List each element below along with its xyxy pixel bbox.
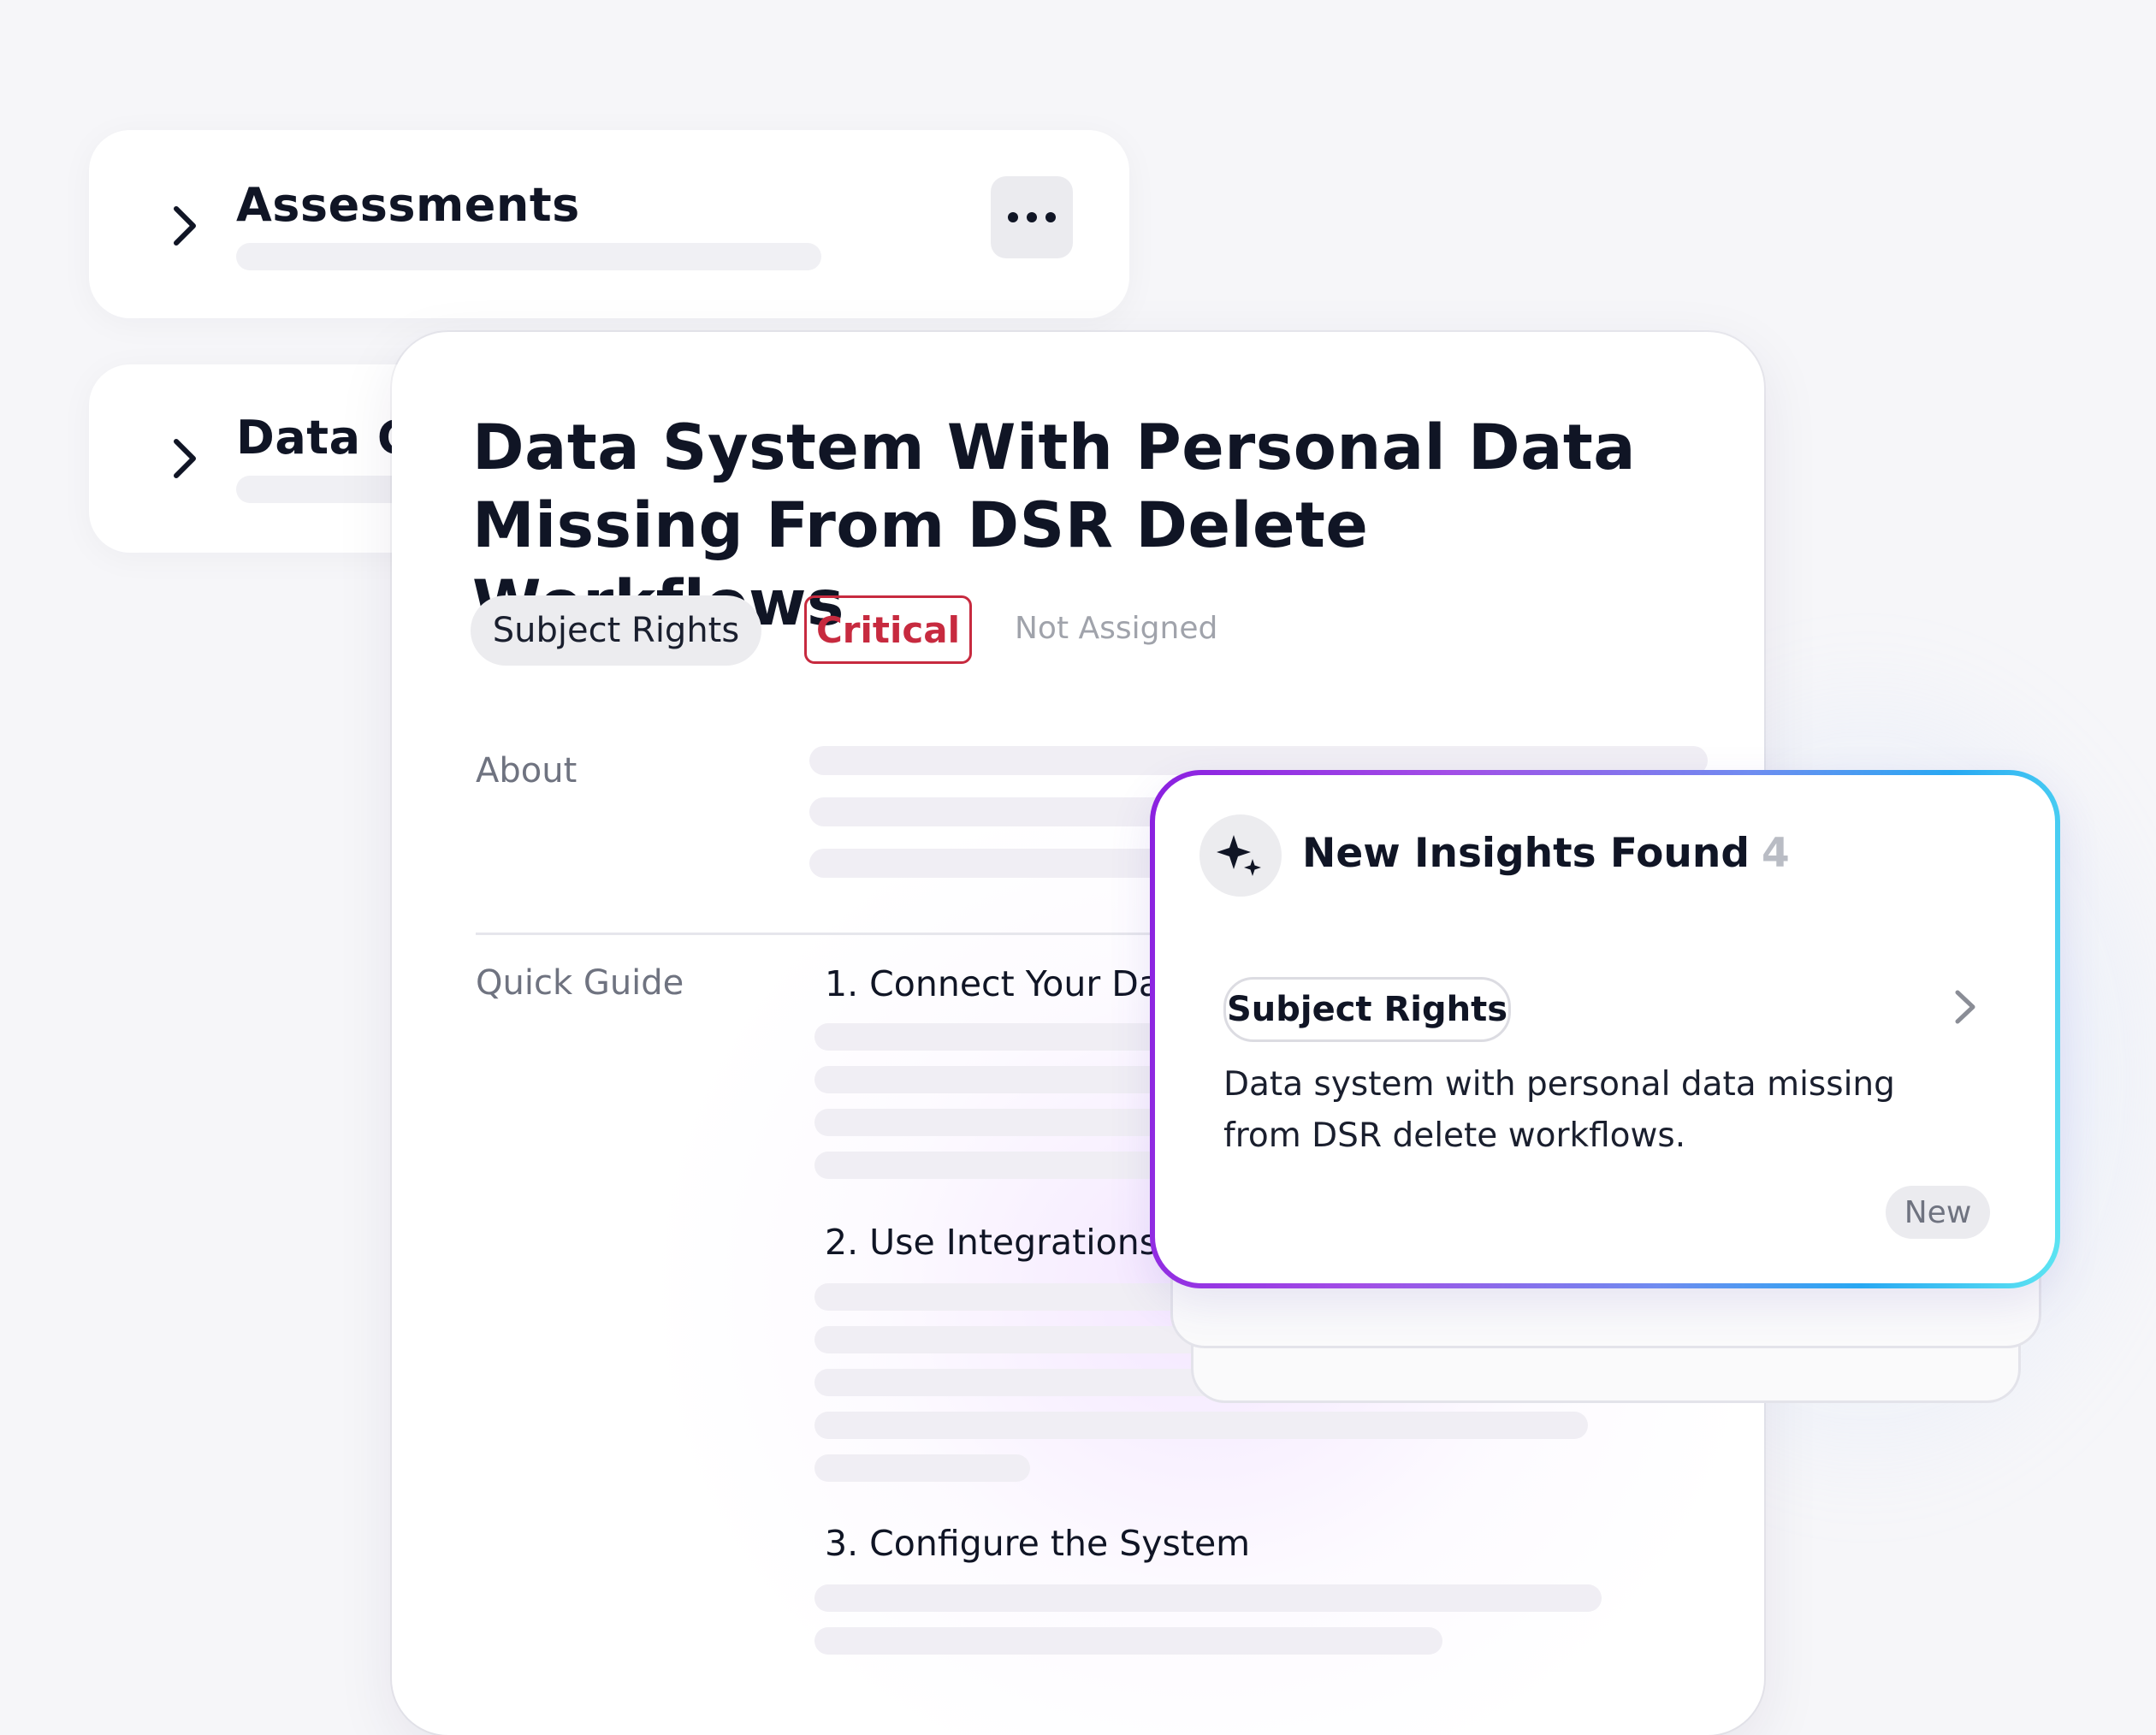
insight-category-tag: Subject Rights (1223, 977, 1511, 1042)
more-options-button[interactable] (991, 176, 1073, 258)
step-1-title: 1. Connect Your Dat (825, 963, 1175, 1004)
insights-title: New Insights Found (1302, 830, 1750, 877)
step-3-title: 3. Configure the System (825, 1523, 1251, 1564)
assessments-card[interactable]: Assessments (89, 130, 1129, 318)
about-label: About (476, 751, 578, 791)
category-tag[interactable]: Subject Rights (471, 595, 761, 666)
more-dot (1027, 212, 1037, 222)
more-dot (1045, 212, 1056, 222)
assignee-label[interactable]: Not Assigned (1015, 611, 1217, 646)
insight-description: Data system with personal data missing f… (1223, 1065, 1895, 1155)
issue-title-line1: Data System With Personal Data (472, 412, 1637, 484)
chevron-right-icon[interactable] (168, 202, 202, 250)
status-badge: New (1886, 1186, 1990, 1239)
insights-count: 4 (1762, 830, 1790, 877)
chevron-right-icon[interactable] (168, 435, 202, 483)
new-insights-card[interactable]: New Insights Found 4 Subject Rights Data … (1150, 770, 2060, 1288)
sparkle-icon (1199, 814, 1282, 897)
skeleton-line (814, 1152, 1191, 1179)
step-2-title: 2. Use Integrations (825, 1222, 1158, 1263)
assessments-title: Assessments (236, 178, 580, 232)
skeleton-line (236, 243, 821, 270)
skeleton-line (814, 1412, 1588, 1439)
quick-guide-label: Quick Guide (476, 963, 684, 1003)
sparkle-icon-graphic (1217, 835, 1261, 876)
severity-badge: Critical (804, 595, 972, 664)
arrow-right-icon[interactable] (1951, 986, 1980, 1028)
skeleton-line (814, 1627, 1442, 1655)
skeleton-line (814, 1454, 1030, 1482)
new-insights-card-body: New Insights Found 4 Subject Rights Data … (1155, 775, 2055, 1283)
insights-heading: New Insights Found 4 (1302, 830, 1790, 877)
skeleton-line (814, 1584, 1602, 1612)
more-horizontal-icon (1008, 212, 1018, 222)
